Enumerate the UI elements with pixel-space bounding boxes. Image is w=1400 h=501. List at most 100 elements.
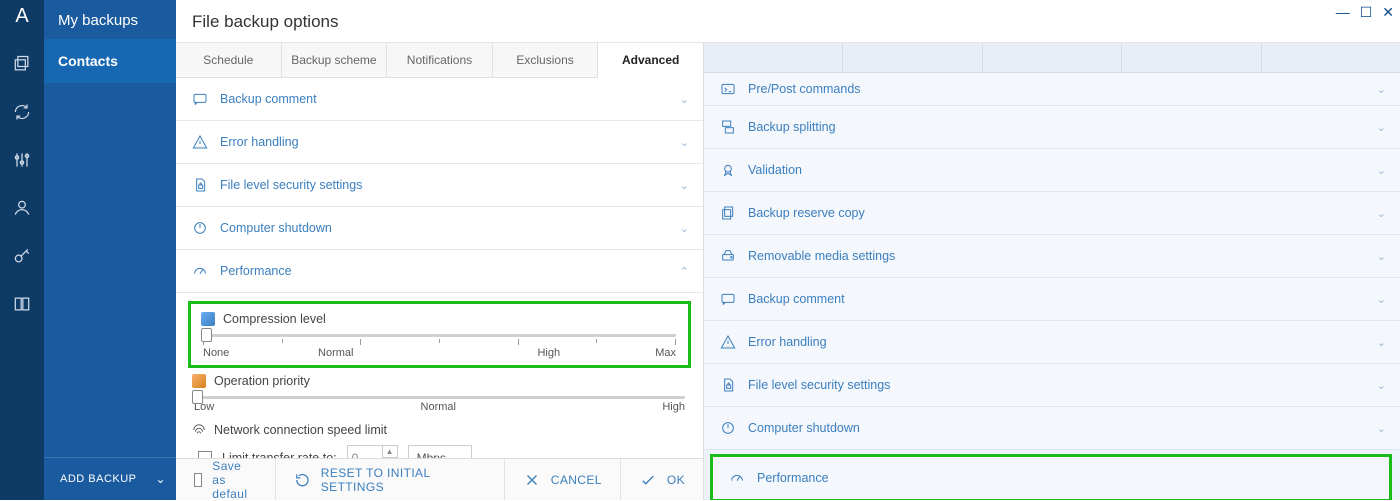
limit-checkbox[interactable] [198,451,212,458]
chevron-up-icon: ⌃ [680,265,689,278]
page-title: File backup options [176,0,1400,43]
priority-slider[interactable]: Low Normal High [192,396,687,417]
priority-icon [192,374,206,388]
close-icon [523,471,541,489]
chevron-down-icon: ⌄ [1377,83,1386,96]
chevron-down-icon: ⌄ [1377,293,1386,306]
power-icon [718,418,738,438]
r-acc-performance[interactable]: Performance [713,457,1389,499]
chevron-down-icon: ⌄ [1377,379,1386,392]
right-tab[interactable] [843,43,982,72]
ok-button[interactable]: OK [621,459,703,500]
limit-transfer-label: Limit transfer rate to: [222,451,337,458]
chevron-down-icon: ⌄ [680,179,689,192]
r-acc-removable[interactable]: Removable media settings ⌄ [704,235,1400,278]
limit-value-input[interactable] [347,445,383,458]
gauge-icon [190,261,210,281]
tab-advanced[interactable]: Advanced [598,43,703,78]
warning-icon [718,332,738,352]
copy-stack-icon[interactable] [10,52,34,76]
r-acc-validation[interactable]: Validation ⌄ [704,149,1400,192]
options-tabs: Schedule Backup scheme Notifications Exc… [176,43,703,78]
sync-icon[interactable] [10,100,34,124]
chevron-down-icon: ⌄ [1377,336,1386,349]
tab-notifications[interactable]: Notifications [387,43,493,77]
icon-rail: A [0,0,44,500]
maximize-button[interactable]: ☐ [1360,4,1373,21]
chevron-down-icon: ⌄ [1377,207,1386,220]
left-pane: Schedule Backup scheme Notifications Exc… [176,43,704,500]
close-button[interactable]: ✕ [1382,4,1394,21]
slider-thumb[interactable] [201,328,212,342]
acc-performance[interactable]: Performance ⌃ [176,250,703,293]
window-controls: — ☐ ✕ [1336,4,1394,21]
chevron-down-icon: ⌄ [1377,422,1386,435]
chevron-down-icon: ⌄ [680,136,689,149]
acc-backup-comment[interactable]: Backup comment ⌄ [176,78,703,121]
reset-icon [294,471,311,489]
r-acc-splitting[interactable]: Backup splitting ⌄ [704,106,1400,149]
tab-schedule[interactable]: Schedule [176,43,282,77]
comment-icon [718,289,738,309]
add-backup-button[interactable]: ADD BACKUP ⌄ [44,457,176,500]
chevron-down-icon: ⌄ [1377,250,1386,263]
save-as-default-button[interactable]: Save as defaul [176,459,276,500]
operation-priority-label: Operation priority [214,374,310,388]
chevron-down-icon: ⌄ [680,93,689,106]
file-lock-icon [190,175,210,195]
gauge-icon [727,468,747,488]
network-icon [192,423,206,437]
acc-file-security[interactable]: File level security settings ⌄ [176,164,703,207]
chevron-down-icon: ⌄ [1377,164,1386,177]
r-acc-shutdown[interactable]: Computer shutdown ⌄ [704,407,1400,450]
sidebar-item-contacts[interactable]: Contacts [44,39,176,83]
acc-computer-shutdown[interactable]: Computer shutdown ⌄ [176,207,703,250]
user-icon[interactable] [10,196,34,220]
drive-icon [718,246,738,266]
tab-exclusions[interactable]: Exclusions [493,43,599,77]
check-icon [639,471,657,489]
right-pane: Pre/Post commands ⌄ Backup splitting ⌄ V… [704,43,1400,500]
compression-level-label: Compression level [223,312,326,326]
reset-button[interactable]: RESET TO INITIAL SETTINGS [276,459,505,500]
r-acc-pre-post[interactable]: Pre/Post commands ⌄ [704,73,1400,106]
chevron-down-icon: ⌄ [1377,121,1386,134]
save-default-checkbox[interactable] [194,473,202,487]
footer-bar: Save as defaul RESET TO INITIAL SETTINGS… [176,458,703,500]
performance-panel: Compression level None Normal High Max [176,293,703,458]
cancel-button[interactable]: CANCEL [505,459,621,500]
right-tab[interactable] [1122,43,1261,72]
app-logo-icon[interactable]: A [10,4,34,28]
file-lock-icon [718,375,738,395]
comment-icon [190,89,210,109]
chevron-down-icon: ⌄ [680,222,689,235]
power-icon [190,218,210,238]
compression-slider[interactable]: None Normal High Max [201,334,678,363]
compression-icon [201,312,215,326]
minimize-button[interactable]: — [1336,4,1350,21]
limit-unit-dropdown[interactable]: Mbps ⌄ [408,445,472,458]
right-tab[interactable] [983,43,1122,72]
chevron-down-icon: ⌄ [155,472,166,486]
right-tab-strip [704,43,1400,73]
limit-spinner[interactable]: ▲▼ [383,445,398,458]
acc-error-handling[interactable]: Error handling ⌄ [176,121,703,164]
right-tab[interactable] [704,43,843,72]
sidebar: My backups Contacts ADD BACKUP ⌄ [44,0,176,500]
add-backup-label: ADD BACKUP [60,473,137,485]
r-acc-error[interactable]: Error handling ⌄ [704,321,1400,364]
right-tab[interactable] [1262,43,1400,72]
copy-icon [718,203,738,223]
key-icon[interactable] [10,244,34,268]
r-acc-reserve[interactable]: Backup reserve copy ⌄ [704,192,1400,235]
badge-icon [718,160,738,180]
book-icon[interactable] [10,292,34,316]
sliders-icon[interactable] [10,148,34,172]
r-acc-comment[interactable]: Backup comment ⌄ [704,278,1400,321]
tab-backup-scheme[interactable]: Backup scheme [282,43,388,77]
r-acc-file-security[interactable]: File level security settings ⌄ [704,364,1400,407]
split-icon [718,117,738,137]
slider-thumb[interactable] [192,390,203,404]
warning-icon [190,132,210,152]
sidebar-title: My backups [44,0,176,39]
